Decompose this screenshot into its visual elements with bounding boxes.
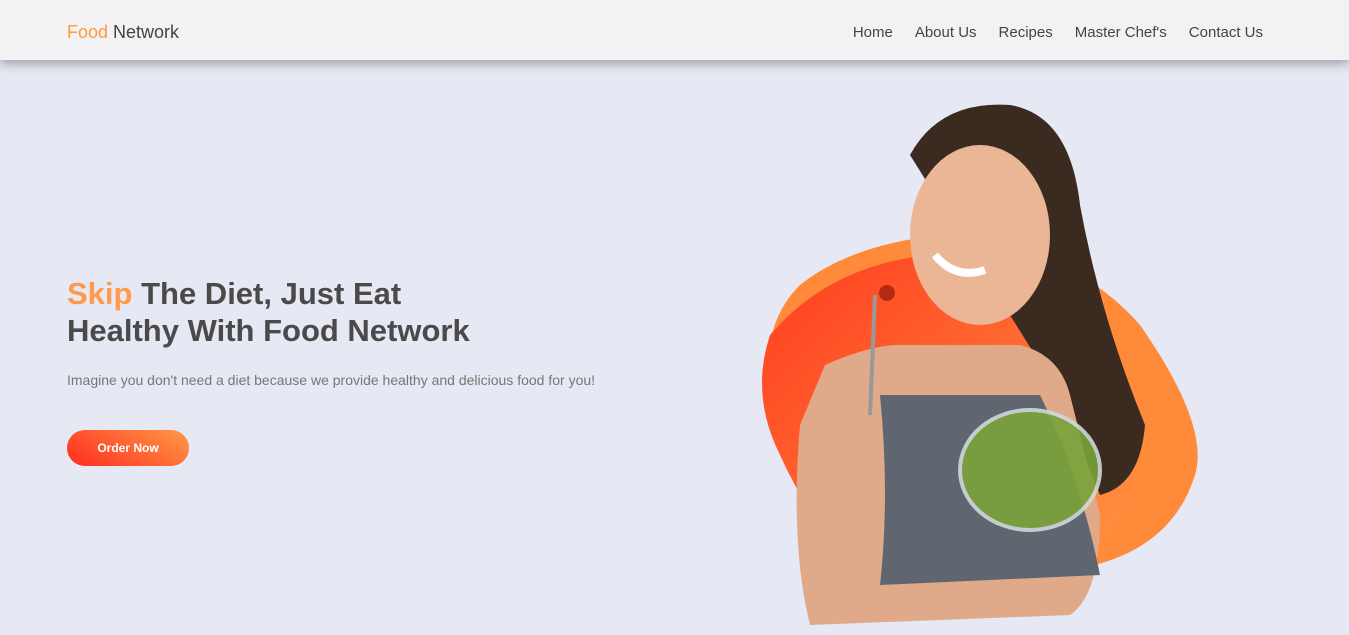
nav-home[interactable]: Home [853, 24, 893, 41]
title-accent: Skip [67, 276, 133, 311]
nav-contact-us[interactable]: Contact Us [1189, 24, 1263, 41]
salad-bowl [958, 408, 1102, 532]
order-now-button[interactable]: Order Now [67, 430, 189, 466]
logo[interactable]: Food Network [67, 22, 179, 43]
hero-description: Imagine you don't need a diet because we… [67, 372, 596, 388]
nav-master-chefs[interactable]: Master Chef's [1075, 24, 1167, 41]
navbar: Food Network Home About Us Recipes Maste… [0, 0, 1349, 60]
hero-title: Skip The Diet, Just Eat Healthy With Food… [67, 275, 470, 349]
hero-image [762, 104, 1198, 625]
logo-accent: Food [67, 22, 109, 42]
woman-face [910, 145, 1050, 325]
tomato [879, 285, 895, 301]
nav-menu: Home About Us Recipes Master Chef's Cont… [853, 24, 1263, 41]
logo-text: Network [108, 22, 180, 42]
title-line1: The Diet, Just Eat [132, 276, 402, 311]
title-line2: Healthy With Food Network [67, 313, 470, 348]
nav-about-us[interactable]: About Us [915, 24, 977, 41]
nav-recipes[interactable]: Recipes [999, 24, 1053, 41]
